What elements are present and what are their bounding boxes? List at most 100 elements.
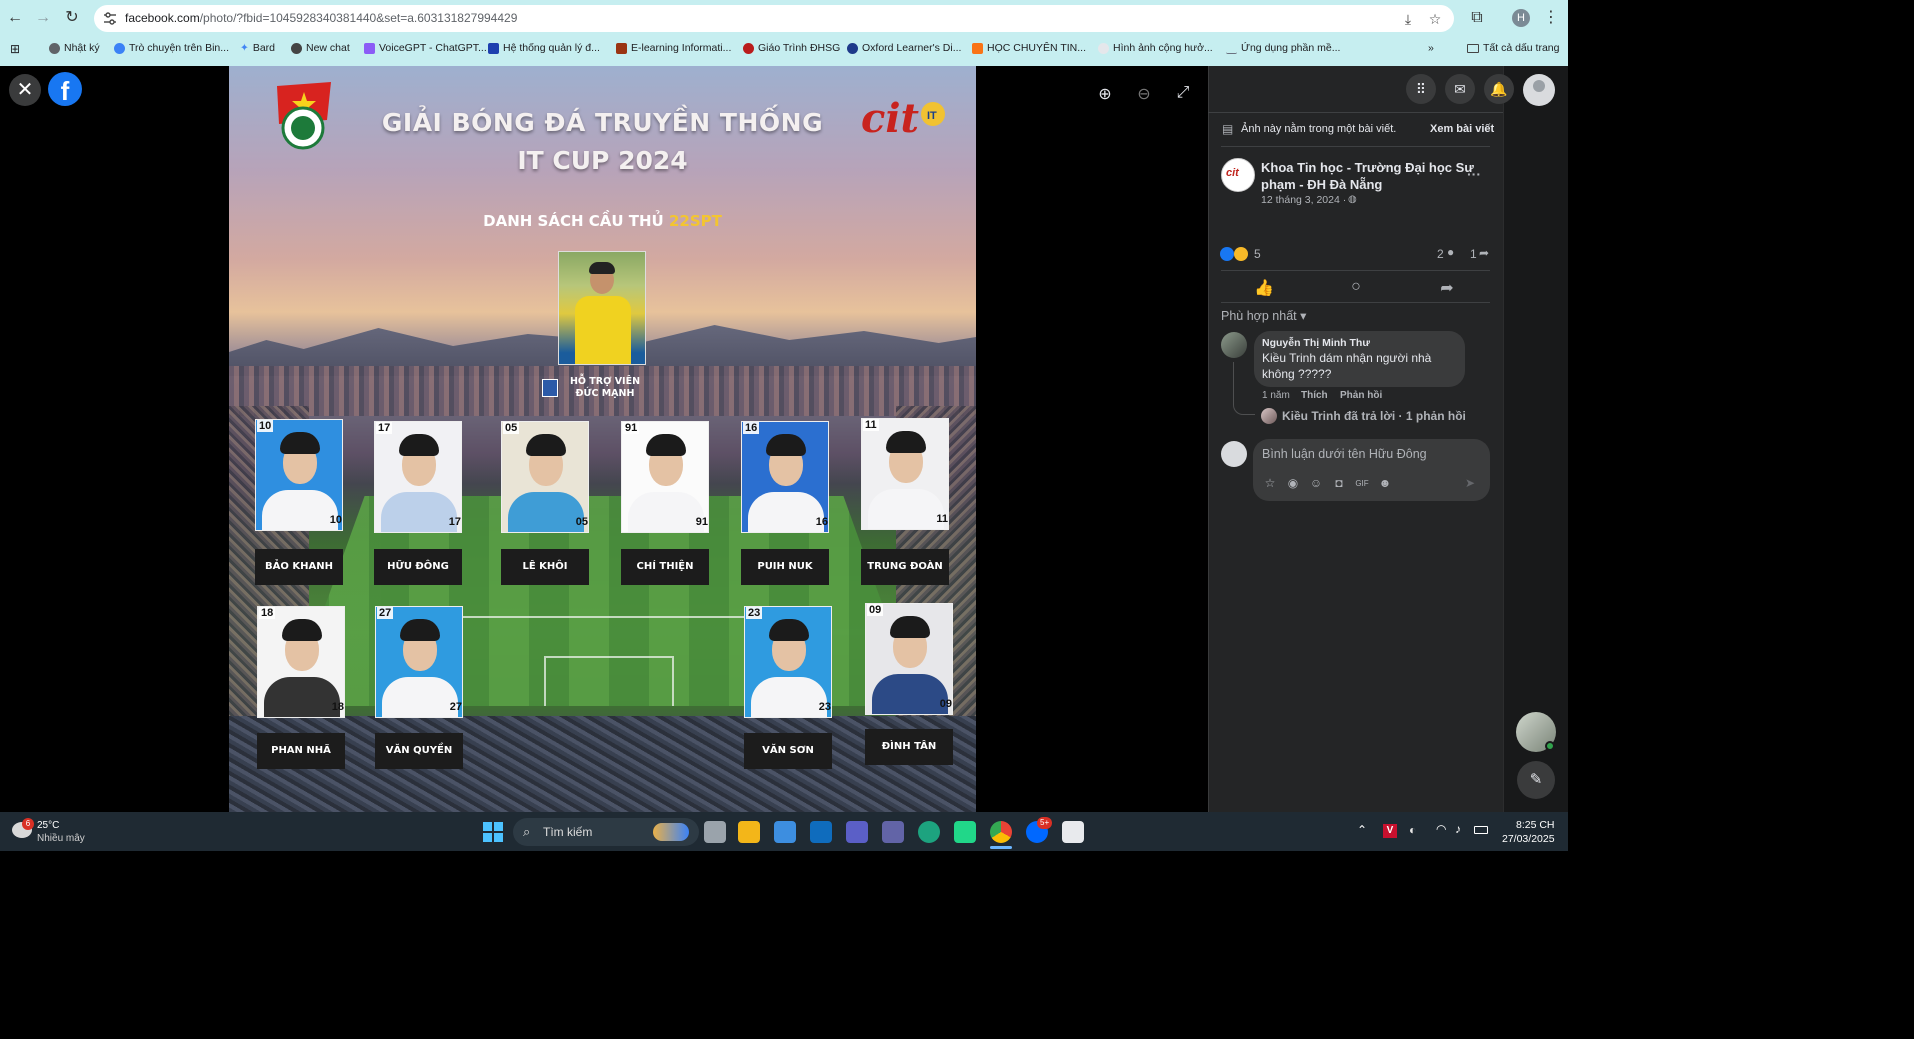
pycharm-icon[interactable] (954, 821, 976, 843)
clock-time[interactable]: 8:25 CH (1516, 819, 1555, 831)
bookmark-label: Trò chuyện trên Bin... (129, 42, 229, 54)
bookmark-item[interactable]: Hình ảnh cộng hưở... (1098, 42, 1213, 54)
like-button-icon[interactable]: 👍 (1253, 278, 1275, 298)
menu-grid-icon[interactable]: ⠿ (1406, 74, 1436, 104)
weather-temp[interactable]: 25°C (37, 820, 59, 831)
install-app-icon[interactable]: ⤓ (1400, 11, 1416, 27)
extensions-icon[interactable]: ⧉ (1467, 8, 1487, 28)
reload-icon[interactable]: ↻ (62, 8, 82, 28)
search-icon: ⌕ (523, 824, 531, 839)
teams-icon[interactable] (846, 821, 868, 843)
avatar-sticker-icon[interactable]: ☆ (1262, 476, 1278, 492)
windows-start-icon[interactable] (483, 822, 503, 842)
view-replies-link[interactable]: Kiều Trinh đã trả lời · 1 phản hồi (1282, 409, 1466, 423)
support-staff-photo (558, 251, 646, 365)
bookmarks-bar: ⊞ Nhật ký Trò chuyện trên Bin... ✦ Bard N… (0, 38, 1568, 60)
sort-comments-dropdown[interactable]: Phù hợp nhất ▾ (1221, 308, 1306, 323)
post-date[interactable]: 12 tháng 3, 2024 · (1261, 194, 1346, 206)
forward-icon[interactable]: → (33, 8, 53, 28)
chrome-icon[interactable] (990, 821, 1012, 843)
zoom-in-icon[interactable]: ⊕ (1094, 84, 1116, 106)
bookmarks-overflow-icon[interactable]: » (1428, 42, 1434, 54)
comment-author[interactable]: Nguyễn Thị Minh Thư (1262, 337, 1370, 349)
facebook-logo[interactable]: f (48, 72, 82, 106)
account-avatar[interactable] (1523, 74, 1555, 106)
bookmark-item[interactable]: ✦ Bard (240, 42, 275, 54)
comment-button-icon[interactable]: ○ (1345, 278, 1367, 298)
weather-desc[interactable]: Nhiều mây (37, 833, 85, 844)
chatgpt-icon (291, 42, 302, 54)
comment-reply-link[interactable]: Phản hồi (1340, 390, 1382, 401)
player-number-corner: 16 (815, 516, 828, 528)
bookmark-item[interactable]: Nhật ký (49, 42, 100, 54)
new-message-button[interactable]: ✎ (1517, 761, 1555, 799)
comment-text-cont: không ????? (1262, 367, 1332, 381)
page-avatar[interactable]: cit (1221, 158, 1255, 192)
comment-time[interactable]: 1 năm (1262, 390, 1290, 401)
bookmark-item[interactable]: E-learning Informati... (616, 42, 731, 54)
commenter-avatar[interactable] (1221, 332, 1247, 358)
bookmark-item[interactable]: Ứng dụng phần mề... (1226, 42, 1340, 54)
emoji-icon[interactable]: ☺ (1308, 476, 1324, 492)
back-icon[interactable]: ← (5, 8, 25, 28)
zoom-out-icon[interactable]: ⊖ (1133, 84, 1155, 106)
outlook-icon[interactable] (810, 821, 832, 843)
all-bookmarks-folder[interactable]: Tất cả dấu trang (1467, 42, 1559, 54)
reply-thread-line (1233, 362, 1255, 415)
comment-like-link[interactable]: Thích (1301, 390, 1328, 401)
vietkey-icon[interactable]: V (1383, 824, 1397, 838)
bookmark-item[interactable]: VoiceGPT - ChatGPT... (364, 42, 487, 54)
browser-menu-icon[interactable]: ⋮ (1541, 8, 1561, 28)
sticker-icon[interactable]: ◉ (1285, 476, 1301, 492)
bookmark-label: Nhật ký (64, 42, 100, 54)
bookmark-item[interactable]: New chat (291, 42, 350, 54)
edge-icon[interactable] (918, 821, 940, 843)
taskbar-search[interactable]: ⌕ Tìm kiếm (513, 818, 699, 846)
gif-icon[interactable]: GIF (1354, 476, 1370, 492)
teams-work-icon[interactable] (882, 821, 904, 843)
sticker-smile-icon[interactable]: ☻ (1377, 476, 1393, 492)
apps-grid-icon[interactable]: ⊞ (10, 42, 20, 56)
battery-icon[interactable] (1474, 826, 1488, 834)
bookmark-item[interactable]: Trò chuyện trên Bin... (114, 42, 229, 54)
share-count[interactable]: 1 (1470, 247, 1477, 261)
bookmark-item[interactable]: Oxford Learner's Di... (847, 42, 961, 54)
player-number-badge: 09 (867, 604, 884, 616)
bookmark-star-icon[interactable]: ☆ (1427, 11, 1443, 27)
wifi-icon[interactable]: ◠ (1436, 822, 1446, 836)
notepad-icon[interactable] (1062, 821, 1084, 843)
player-number-badge: 27 (377, 607, 394, 619)
more-options-icon[interactable]: ··· (1467, 166, 1481, 182)
antivirus-icon[interactable]: ◐ (1409, 823, 1416, 837)
messenger-icon[interactable]: ✉ (1445, 74, 1475, 104)
address-bar[interactable]: facebook.com/photo/?fbid=104592834038144… (94, 5, 1454, 32)
send-icon[interactable]: ➤ (1462, 476, 1478, 492)
task-view-icon[interactable] (704, 821, 726, 843)
bookmark-label: E-learning Informati... (631, 42, 732, 54)
notifications-icon[interactable]: 🔔 (1484, 74, 1514, 104)
poster-image: cit IT GIẢI BÓNG ĐÁ TRUYỀN THỐNG IT CUP … (229, 66, 976, 812)
site-info-icon[interactable] (103, 12, 117, 25)
contacts-gutter (1503, 66, 1568, 812)
bookmark-item[interactable]: Giáo Trình ĐHSG (743, 42, 840, 54)
page-name[interactable]: Khoa Tin học - Trường Đại học Sư (1261, 160, 1474, 175)
copilot-icon (114, 42, 125, 54)
file-explorer-icon[interactable] (738, 821, 760, 843)
bookmark-item[interactable]: Hệ thống quản lý đ... (488, 42, 600, 54)
fullscreen-icon[interactable]: ⤢ (1172, 84, 1194, 106)
tray-overflow-icon[interactable]: ⌃ (1357, 823, 1367, 837)
comment-count[interactable]: 2 (1437, 247, 1444, 261)
page-name-cont[interactable]: phạm - ĐH Đà Nẵng (1261, 177, 1382, 192)
profile-avatar[interactable]: H (1512, 9, 1530, 27)
reaction-count[interactable]: 5 (1254, 247, 1261, 261)
page-icon (1226, 43, 1237, 54)
share-button-icon[interactable]: ➦ (1436, 278, 1458, 298)
view-post-link[interactable]: Xem bài viết (1430, 123, 1494, 135)
clock-date[interactable]: 27/03/2025 (1502, 833, 1555, 845)
bookmark-item[interactable]: HỌC CHUYÊN TIN... (972, 42, 1086, 54)
volume-icon[interactable]: ♪ (1455, 822, 1461, 836)
camera-icon[interactable]: ◘ (1331, 476, 1347, 492)
close-viewer-button[interactable]: ✕ (9, 74, 41, 106)
photos-icon[interactable] (774, 821, 796, 843)
goal-area (544, 656, 674, 706)
